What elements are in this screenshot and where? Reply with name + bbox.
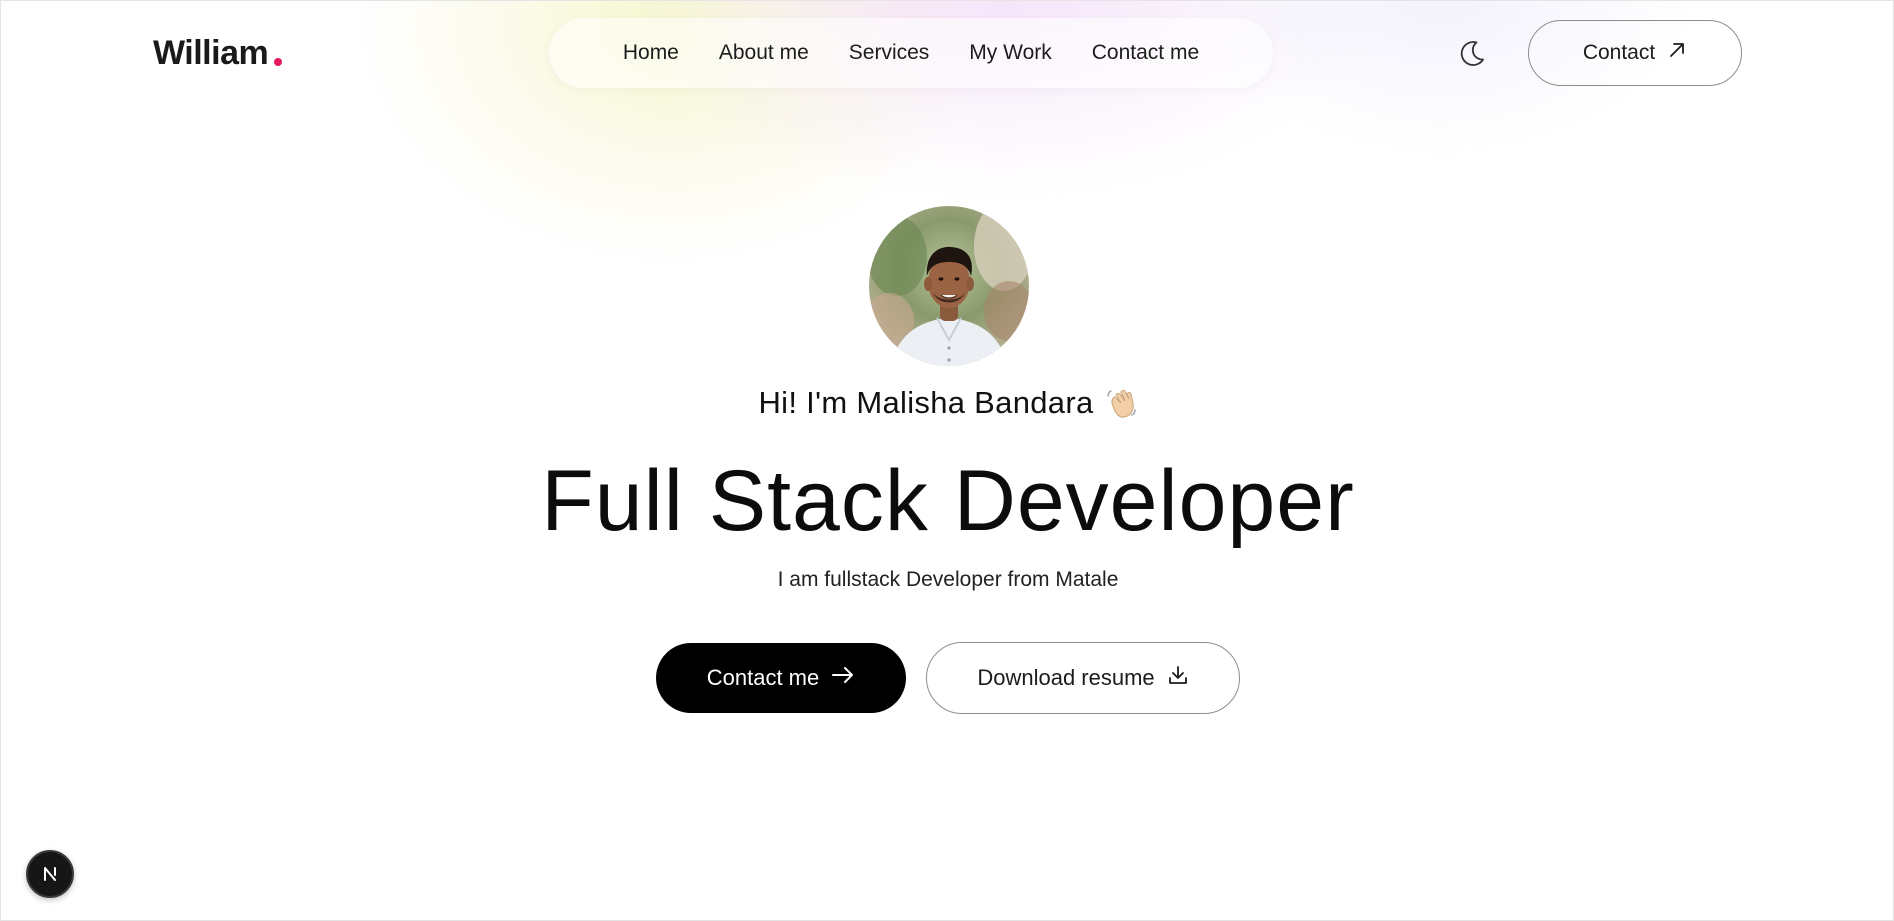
nav-item-services[interactable]: Services bbox=[849, 41, 930, 65]
contact-button[interactable]: Contact bbox=[1528, 20, 1742, 86]
logo-dot bbox=[274, 58, 283, 66]
contact-me-button-label: Contact me bbox=[706, 665, 820, 690]
greeting: Hi! I'm Malisha Bandara bbox=[1, 385, 1893, 421]
download-icon bbox=[1167, 664, 1189, 692]
contact-me-button[interactable]: Contact me bbox=[656, 643, 906, 713]
greeting-text: Hi! I'm Malisha Bandara bbox=[758, 385, 1094, 420]
nav-item-my-work[interactable]: My Work bbox=[969, 41, 1051, 65]
download-resume-button-label: Download resume bbox=[977, 665, 1155, 690]
page: William Home About me Services My Work C… bbox=[0, 0, 1894, 921]
logo-text: William bbox=[153, 34, 269, 72]
profile-photo bbox=[869, 206, 1029, 366]
arrow-up-right-icon bbox=[1667, 40, 1687, 66]
nav-item-contact-me[interactable]: Contact me bbox=[1092, 41, 1199, 65]
moon-icon[interactable] bbox=[1456, 37, 1488, 69]
main-nav: Home About me Services My Work Contact m… bbox=[549, 18, 1273, 88]
nextjs-logo-icon[interactable] bbox=[26, 850, 74, 898]
site-logo[interactable]: William bbox=[153, 33, 283, 73]
hero-headline: Full Stack Developer bbox=[541, 453, 1355, 549]
hero-subtitle: I am fullstack Developer from Matale bbox=[777, 568, 1119, 591]
nav-item-about-me[interactable]: About me bbox=[719, 41, 809, 65]
nav-item-home[interactable]: Home bbox=[623, 41, 679, 65]
download-resume-button[interactable]: Download resume bbox=[926, 642, 1240, 714]
waving-hand-icon bbox=[1104, 386, 1138, 420]
contact-button-label: Contact bbox=[1582, 41, 1656, 64]
arrow-right-icon bbox=[831, 665, 855, 691]
